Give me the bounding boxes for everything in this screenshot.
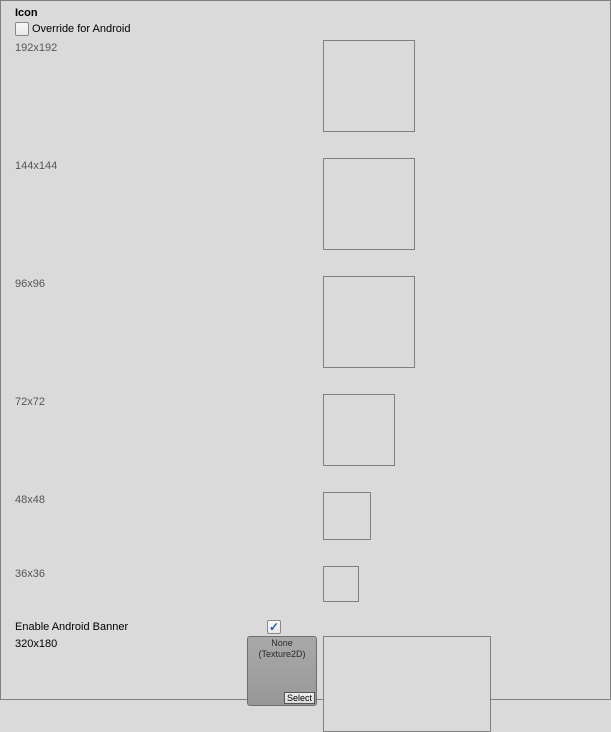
banner-row: 320x180 None (Texture2D) Select <box>1 636 610 732</box>
banner-enable-row: Enable Android Banner <box>1 620 610 634</box>
icon-label: 96x96 <box>1 276 323 290</box>
texture-slot-line2: (Texture2D) <box>258 649 305 660</box>
icon-row-72: 72x72 <box>1 394 610 466</box>
icon-preview-192[interactable] <box>323 40 415 132</box>
icon-label: 192x192 <box>1 40 323 54</box>
icon-label: 36x36 <box>1 566 323 580</box>
banner-enable-checkbox[interactable] <box>267 620 281 634</box>
icon-preview-36[interactable] <box>323 566 359 602</box>
override-label: Override for Android <box>32 23 130 35</box>
icon-label: 144x144 <box>1 158 323 172</box>
icon-preview-48[interactable] <box>323 492 371 540</box>
select-button[interactable]: Select <box>284 692 315 704</box>
override-row: Override for Android <box>1 21 610 40</box>
texture-slot-text: None (Texture2D) <box>258 637 305 660</box>
icon-label: 48x48 <box>1 492 323 506</box>
icon-row-192: 192x192 <box>1 40 610 132</box>
override-checkbox[interactable] <box>15 22 29 36</box>
banner-enable-label: Enable Android Banner <box>1 621 267 633</box>
icon-row-144: 144x144 <box>1 158 610 250</box>
icon-preview-72[interactable] <box>323 394 395 466</box>
icon-row-48: 48x48 <box>1 492 610 540</box>
icon-row-96: 96x96 <box>1 276 610 368</box>
icon-preview-96[interactable] <box>323 276 415 368</box>
banner-texture-slot[interactable]: None (Texture2D) Select <box>247 636 317 706</box>
texture-slot-line1: None <box>258 638 305 649</box>
section-title: Icon <box>1 5 610 21</box>
banner-preview[interactable] <box>323 636 491 732</box>
banner-size-label: 320x180 <box>1 636 247 650</box>
icon-row-36: 36x36 <box>1 566 610 602</box>
icon-label: 72x72 <box>1 394 323 408</box>
icon-preview-144[interactable] <box>323 158 415 250</box>
